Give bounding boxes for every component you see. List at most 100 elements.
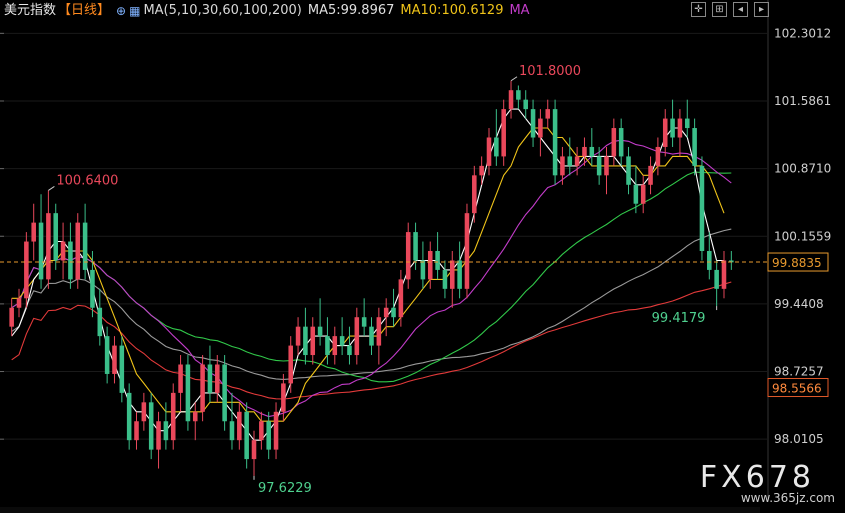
candle-body [699, 165, 705, 251]
candle [24, 232, 29, 308]
candle-body [391, 307, 396, 318]
candle-body [281, 383, 286, 412]
y-tick-label: 102.3012 [774, 26, 831, 40]
instrument-title: 美元指数 [4, 3, 57, 18]
add-indicator-icon[interactable]: ⊕ [116, 2, 126, 20]
candle-body [295, 326, 301, 346]
candle [126, 383, 132, 450]
candle-body [31, 222, 36, 242]
candle-body [134, 421, 139, 441]
candle [222, 355, 227, 431]
candle-body [457, 260, 462, 289]
candle [501, 99, 506, 166]
candle-body [126, 392, 132, 441]
candle-body [156, 421, 161, 450]
candle [464, 203, 470, 299]
candle-body [633, 184, 639, 204]
ma-level-label: 98.5566 [772, 382, 822, 396]
candle-body [178, 364, 183, 393]
candle [75, 213, 81, 289]
candle [185, 355, 191, 431]
grid-icon[interactable]: ⊞ [712, 2, 727, 17]
candle [119, 336, 125, 403]
candle-body [662, 118, 668, 147]
candle-body [472, 175, 477, 214]
forward-icon[interactable]: ▸ [754, 2, 769, 17]
candle-body [75, 222, 81, 280]
candle-body [655, 146, 661, 166]
candle-body [611, 128, 617, 157]
candle-body [148, 402, 154, 450]
ma10-value: MA10:100.6129 [400, 3, 504, 18]
candle-body [501, 109, 506, 157]
candle-body [104, 336, 110, 374]
bottom-strip [0, 507, 760, 513]
candle [244, 402, 249, 469]
candle-body [405, 232, 411, 280]
indicator-settings-icon[interactable]: ▦ [129, 2, 140, 20]
candle-body [207, 364, 213, 393]
crosshair-icon[interactable]: ✛ [691, 2, 706, 17]
candle-body [325, 336, 330, 356]
ma-params-label[interactable]: MA(5,10,30,60,100,200) [143, 2, 301, 20]
candle-body [141, 402, 147, 422]
candle-body [516, 90, 521, 100]
candle-body [60, 241, 66, 261]
candle-body [303, 326, 308, 356]
candle-body [369, 326, 374, 346]
candle-body [200, 364, 205, 412]
ma-more-label: MA [509, 3, 530, 18]
candle-body [259, 421, 264, 441]
candle-body [347, 345, 352, 356]
candle-body [626, 156, 631, 185]
candle-body [508, 90, 514, 110]
candle-body [420, 260, 426, 280]
candle-body [464, 213, 470, 289]
candle-body [317, 326, 323, 337]
candle-body [9, 307, 14, 327]
candle-body [523, 99, 528, 110]
candle-body [530, 109, 536, 138]
candle-body [714, 269, 719, 289]
candlestick-chart[interactable]: 102.3012 101.5861 100.8710 100.1559 99.4408 9… [0, 0, 845, 513]
current-price-label: 99.8835 [772, 256, 822, 270]
back-icon[interactable]: ◂ [733, 2, 748, 17]
candle-body [574, 156, 580, 166]
candle-body [486, 137, 492, 166]
candle-body [222, 364, 227, 422]
candle-body [618, 128, 624, 157]
candle-body [582, 146, 587, 157]
candle [699, 156, 705, 261]
candle-body [53, 213, 59, 261]
candle-body [596, 156, 602, 176]
candle-body [170, 392, 176, 441]
candle-body [707, 251, 712, 270]
candle-body [112, 345, 117, 374]
candle [148, 392, 154, 460]
candle [170, 383, 176, 450]
candle-body [119, 345, 125, 393]
candle-body [90, 269, 95, 308]
candle-body [244, 411, 249, 460]
candle-body [266, 421, 271, 450]
chart-header: 美元指数 【日线】 ⊕ ▦ MA(5,10,30,60,100,200) MA5… [4, 2, 536, 20]
candle-body [46, 213, 51, 280]
extreme-label: 100.6400 [56, 173, 118, 188]
candle-body [648, 165, 653, 185]
candle-body [310, 326, 316, 356]
candle-body [670, 118, 675, 138]
candle-body [82, 222, 88, 270]
candle-body [398, 279, 404, 318]
candle-body [229, 421, 235, 441]
candle-body [16, 298, 22, 308]
candle [552, 99, 558, 185]
candle-body [435, 251, 440, 270]
period-tab[interactable]: 【日线】 [58, 2, 110, 20]
candle-body [545, 109, 551, 119]
candle-body [68, 241, 73, 280]
candle [200, 355, 205, 422]
candle-body [677, 118, 683, 138]
watermark-logo: FX678 [699, 460, 815, 495]
candle [53, 203, 59, 270]
candle-body [215, 364, 220, 393]
